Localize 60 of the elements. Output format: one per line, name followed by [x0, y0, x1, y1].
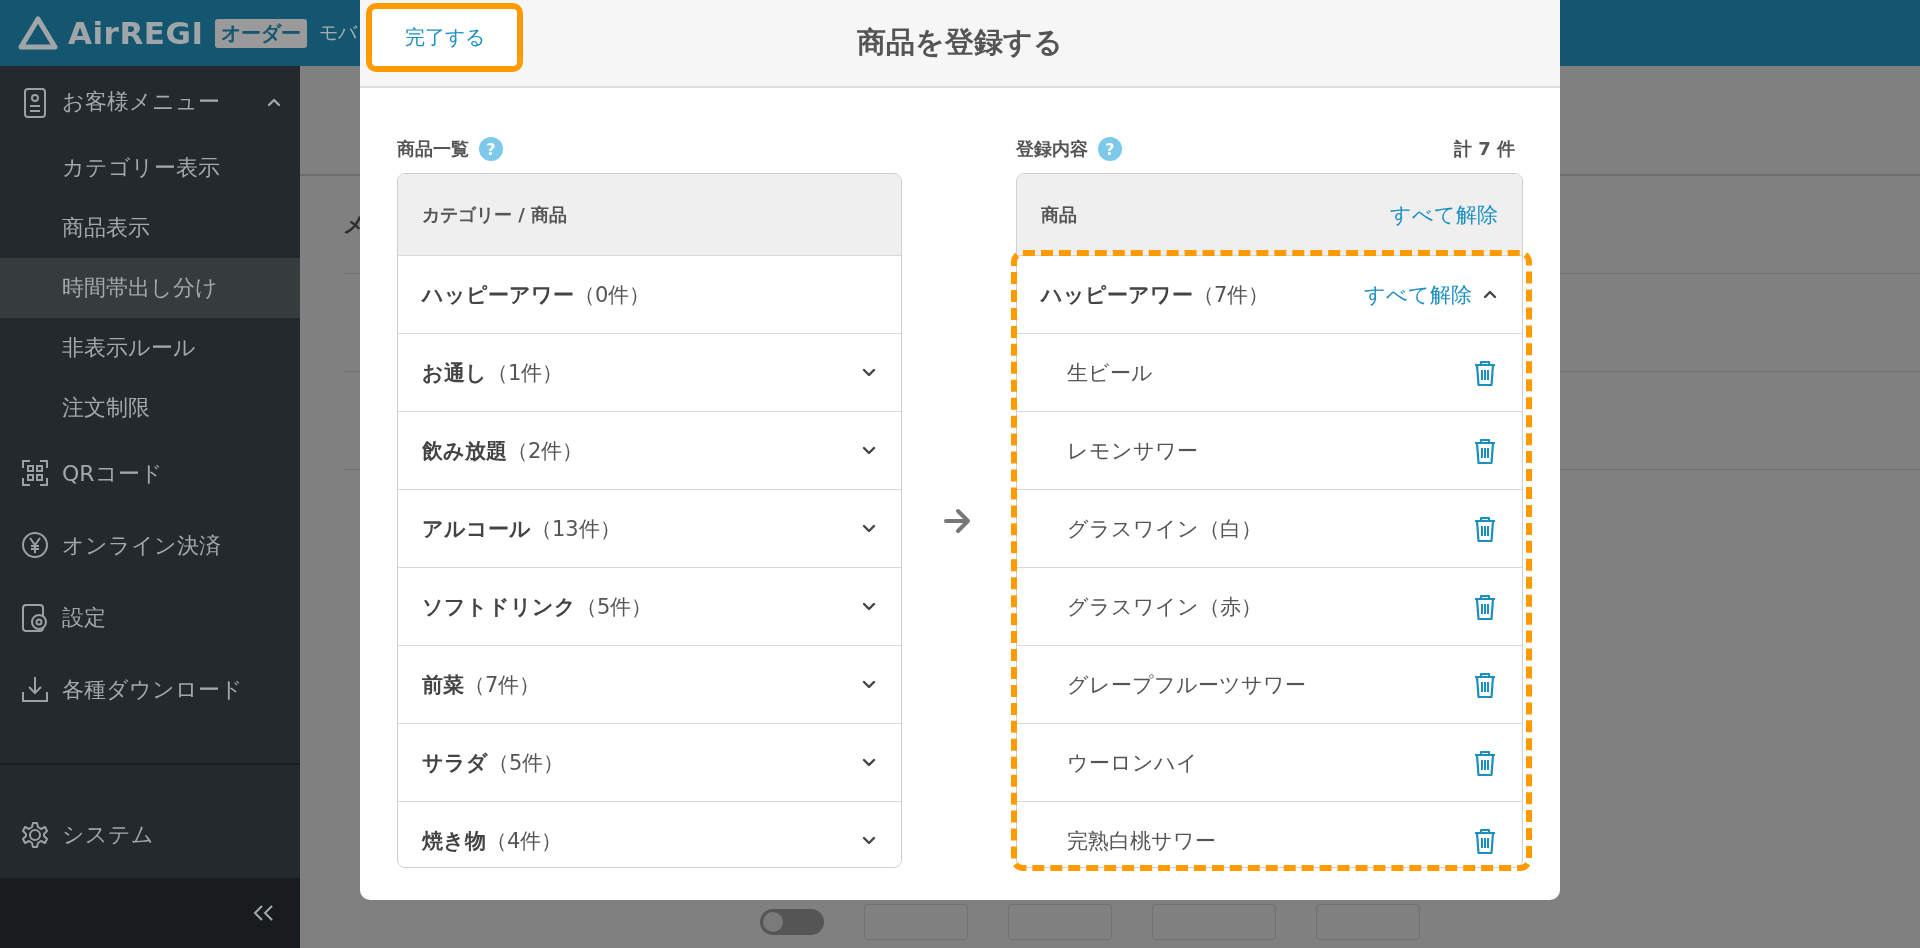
- logo: AirREGI: [68, 15, 204, 51]
- product-name: グラスワイン（白）: [1067, 515, 1262, 543]
- product-badge: オーダー: [215, 18, 308, 48]
- category-row[interactable]: ソフトドリンク（5件）: [398, 567, 901, 645]
- settings-icon: [20, 819, 50, 850]
- form-label: メ: [343, 210, 366, 239]
- category-row[interactable]: サラダ（5件）: [398, 723, 901, 801]
- trash-icon[interactable]: [1472, 358, 1498, 387]
- chevron-icon[interactable]: [861, 834, 877, 847]
- trash-icon[interactable]: [1472, 670, 1498, 699]
- product-name: グレープフルーツサワー: [1067, 671, 1306, 699]
- trash-icon[interactable]: [1472, 436, 1498, 465]
- chevron-icon[interactable]: [861, 366, 877, 379]
- trash-icon[interactable]: [1472, 514, 1498, 543]
- section-label: 商品一覧: [397, 137, 469, 161]
- header-title: モバ: [319, 20, 358, 45]
- clear-all-link[interactable]: すべて解除: [1390, 200, 1498, 229]
- total-count: 計 7 件: [1453, 137, 1515, 161]
- category-row[interactable]: 飲み放題（2件）: [398, 411, 901, 489]
- column-header: カテゴリー / 商品: [422, 202, 568, 227]
- sidebar-item[interactable]: お客様メニュー: [62, 87, 254, 117]
- category-row[interactable]: ハッピーアワー（0件）: [398, 255, 901, 333]
- column-header: 商品: [1041, 202, 1077, 227]
- chevron-icon[interactable]: [861, 678, 877, 691]
- sidebar-item[interactable]: 設定: [62, 603, 282, 633]
- sidebar-subitem[interactable]: 非表示ルール: [0, 318, 300, 378]
- trash-icon[interactable]: [1472, 592, 1498, 621]
- sidebar-item[interactable]: システム: [62, 819, 154, 850]
- product-name: ウーロンハイ: [1067, 749, 1198, 777]
- category-row[interactable]: 前菜（7件）: [398, 645, 901, 723]
- sidebar-item[interactable]: オンライン決済: [62, 531, 282, 561]
- sidebar-item[interactable]: QRコード: [62, 459, 282, 489]
- chevron-icon[interactable]: [861, 522, 877, 535]
- chevron-icon[interactable]: [861, 600, 877, 613]
- toggle-switch[interactable]: [760, 909, 824, 935]
- category-row[interactable]: 焼き物（4件）: [398, 801, 901, 867]
- sidebar-subitem[interactable]: 注文制限: [0, 378, 300, 438]
- sidebar-subitem[interactable]: カテゴリー表示: [0, 138, 300, 198]
- clear-all-link[interactable]: すべて解除: [1364, 280, 1472, 309]
- done-button[interactable]: 完了する: [366, 3, 523, 72]
- modal-title: 商品を登録する: [857, 24, 1063, 61]
- chevron-icon[interactable]: [861, 756, 877, 769]
- collapse-icon[interactable]: [252, 904, 276, 922]
- product-name: レモンサワー: [1067, 437, 1198, 465]
- trash-icon[interactable]: [1472, 826, 1498, 855]
- product-name: 完熟白桃サワー: [1067, 827, 1216, 855]
- sidebar-item[interactable]: 各種ダウンロード: [62, 675, 282, 705]
- chevron-icon[interactable]: [1482, 288, 1498, 301]
- category-row[interactable]: アルコール（13件）: [398, 489, 901, 567]
- group-title: ハッピーアワー（7件）: [1041, 281, 1270, 309]
- sidebar-subitem[interactable]: 商品表示: [0, 198, 300, 258]
- product-name: グラスワイン（赤）: [1067, 593, 1262, 621]
- sidebar-subitem[interactable]: 時間帯出し分け: [0, 258, 300, 318]
- section-label: 登録内容: [1016, 137, 1088, 161]
- product-name: 生ビール: [1067, 359, 1153, 387]
- category-row[interactable]: お通し（1件）: [398, 333, 901, 411]
- trash-icon[interactable]: [1472, 748, 1498, 777]
- chevron-icon[interactable]: [861, 444, 877, 457]
- settings-icon: [20, 602, 50, 634]
- logo-triangle-icon: [18, 15, 58, 51]
